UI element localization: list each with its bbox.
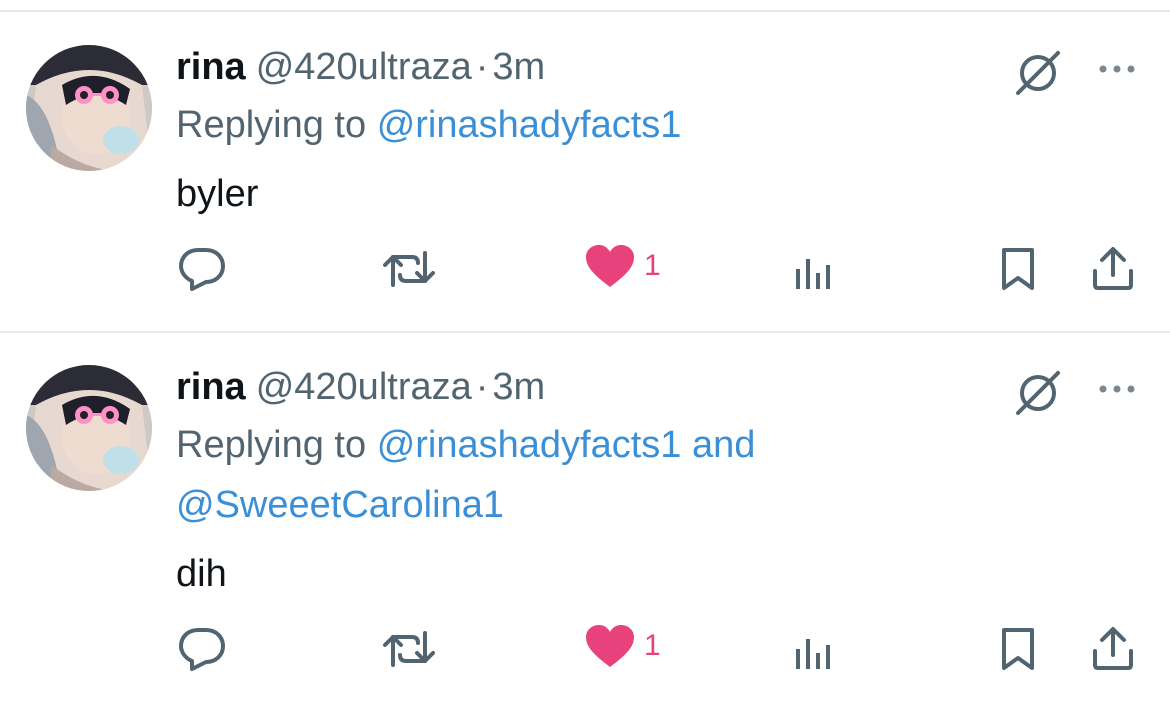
timestamp[interactable]: 3m (492, 46, 545, 88)
like-count: 1 (644, 249, 661, 282)
tweet-divider (0, 331, 1170, 333)
tweet-header: rina @420ultraza · 3m (176, 365, 545, 409)
user-handle[interactable]: @420ultraza (256, 366, 472, 408)
display-name[interactable]: rina (176, 46, 246, 88)
bookmark-button[interactable] (998, 247, 1038, 291)
reply-icon (178, 627, 226, 671)
user-handle[interactable]: @420ultraza (256, 46, 472, 88)
reply-button[interactable] (178, 247, 226, 291)
mention-link[interactable]: @rinashadyfacts1 (377, 104, 682, 146)
like-button[interactable]: 1 (584, 623, 661, 669)
mention-link[interactable]: @SweeetCarolina1 (176, 484, 504, 526)
heart-icon (584, 623, 636, 669)
views-button[interactable] (794, 249, 834, 291)
share-button[interactable] (1090, 625, 1136, 671)
replying-to-continued: @SweeetCarolina1 (176, 475, 504, 535)
replying-prefix: Replying to (176, 104, 367, 146)
share-button[interactable] (1090, 245, 1136, 291)
bookmark-button[interactable] (998, 627, 1038, 671)
bookmark-icon (998, 247, 1038, 291)
tweet-header: rina @420ultraza · 3m (176, 45, 545, 89)
views-button[interactable] (794, 629, 834, 671)
replying-to: Replying to @rinashadyfacts1 (176, 95, 681, 155)
grok-icon[interactable] (1012, 367, 1064, 419)
more-icon[interactable] (1094, 47, 1140, 93)
reply-icon (178, 247, 226, 291)
retweet-button[interactable] (382, 629, 436, 669)
tweet-text: byler (176, 173, 259, 215)
like-button[interactable]: 1 (584, 243, 661, 289)
timestamp[interactable]: 3m (492, 366, 545, 408)
reply-button[interactable] (178, 627, 226, 671)
retweet-icon (382, 249, 436, 289)
tweet-text: dih (176, 553, 227, 595)
avatar[interactable] (26, 45, 152, 171)
retweet-button[interactable] (382, 249, 436, 289)
replying-to: Replying to @rinashadyfacts1 and (176, 415, 755, 475)
share-icon (1090, 245, 1136, 291)
replying-prefix: Replying to (176, 424, 367, 466)
like-count: 1 (644, 629, 661, 662)
retweet-icon (382, 629, 436, 669)
separator-dot: · (475, 46, 489, 88)
separator-dot: · (475, 366, 489, 408)
analytics-icon (794, 629, 834, 671)
top-divider (0, 10, 1170, 12)
display-name[interactable]: rina (176, 366, 246, 408)
grok-icon[interactable] (1012, 47, 1064, 99)
more-icon[interactable] (1094, 367, 1140, 413)
analytics-icon (794, 249, 834, 291)
share-icon (1090, 625, 1136, 671)
avatar[interactable] (26, 365, 152, 491)
bookmark-icon (998, 627, 1038, 671)
mention-link[interactable]: @rinashadyfacts1 and (377, 424, 756, 466)
heart-icon (584, 243, 636, 289)
